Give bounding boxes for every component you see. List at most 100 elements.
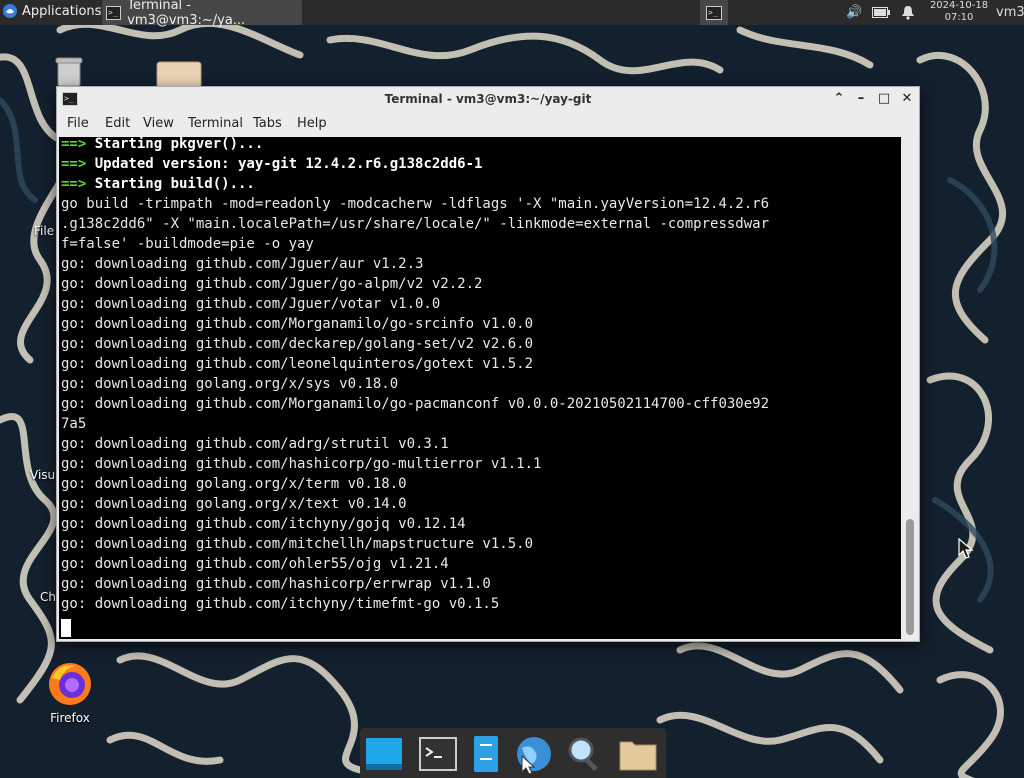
terminal-line-text: Updated version: yay-git 12.4.2.r6.g138c…	[94, 156, 483, 172]
menu-tabs[interactable]: Tabs	[253, 116, 282, 131]
xfce-menu-icon	[3, 4, 17, 18]
terminal-icon: >_	[106, 5, 122, 20]
terminal-line: .g138c2dd6" -X "main.localePath=/usr/sha…	[61, 214, 769, 234]
window-title: Terminal - vm3@vm3:~/yay-git	[384, 92, 592, 106]
bottom-dock	[360, 728, 666, 778]
taskbar-terminal-title: Terminal - vm3@vm3:~/ya...	[127, 0, 246, 28]
terminal-line: go: downloading github.com/deckarep/gola…	[61, 334, 769, 354]
terminal-scrollbar[interactable]	[903, 137, 917, 639]
file-manager-icon[interactable]	[466, 734, 506, 774]
tray-terminal-button[interactable]: >_	[700, 0, 728, 25]
terminal-line-text: Starting build()...	[94, 176, 255, 192]
terminal-line: ==> Starting pkgver()...	[61, 137, 769, 154]
menu-edit[interactable]: Edit	[105, 116, 130, 131]
home-folder-icon	[156, 61, 202, 89]
desktop-icon-label: Firefox	[50, 711, 90, 725]
desktop-icon-label: Visu	[30, 468, 56, 482]
terminal-line: go: downloading golang.org/x/sys v0.18.0	[61, 374, 769, 394]
applications-menu[interactable]: Applications	[2, 3, 101, 19]
menu-view[interactable]: View	[143, 116, 174, 131]
terminal-line: go: downloading golang.org/x/term v0.18.…	[61, 474, 769, 494]
terminal-line-text: go: downloading github.com/Morganamilo/g…	[61, 316, 534, 332]
firefox-icon	[49, 663, 91, 705]
top-panel: Applications ⋮ >_ Terminal - vm3@vm3:~/y…	[0, 0, 1024, 28]
desktop-icon-chrome[interactable]: Ch	[40, 590, 56, 604]
taskbar-terminal-button[interactable]: >_ Terminal - vm3@vm3:~/ya...	[102, 0, 302, 28]
folder-icon[interactable]	[618, 734, 658, 774]
terminal-line-text: go: downloading github.com/hashicorp/go-…	[61, 456, 542, 472]
battery-icon[interactable]	[872, 7, 890, 18]
volume-icon[interactable]: 🔊	[846, 5, 862, 20]
terminal-line: go: downloading github.com/leonelquinter…	[61, 354, 769, 374]
terminal-line-text: go: downloading github.com/hashicorp/err…	[61, 576, 491, 592]
terminal-line-text: Starting pkgver()...	[94, 137, 264, 152]
terminal-line-text: go: downloading github.com/deckarep/gola…	[61, 336, 534, 352]
terminal-line: go: downloading github.com/itchyny/timef…	[61, 594, 769, 614]
desktop-icon-visual[interactable]: Visu	[30, 468, 55, 482]
terminal-line: go: downloading github.com/Morganamilo/g…	[61, 314, 769, 334]
terminal-line: ==> Starting build()...	[61, 174, 769, 194]
terminal-line-text: go: downloading github.com/Morganamilo/g…	[61, 396, 770, 412]
menu-help[interactable]: Help	[297, 116, 327, 131]
terminal-line-text: .g138c2dd6" -X "main.localePath=/usr/sha…	[61, 216, 770, 232]
terminal-line: go: downloading github.com/Jguer/aur v1.…	[61, 254, 769, 274]
terminal-line: go: downloading github.com/hashicorp/err…	[61, 574, 769, 594]
terminal-lines: ==> Starting pkgver()... ==> Updated vers…	[61, 137, 769, 614]
terminal-icon: >_	[706, 5, 722, 20]
terminal-line-text: go: downloading github.com/Jguer/aur v1.…	[61, 256, 424, 272]
user-name[interactable]: vm3	[996, 5, 1024, 20]
menu-bar: File Edit View Terminal Tabs Help	[57, 113, 919, 137]
terminal-line-text: go: downloading golang.org/x/sys v0.18.0	[61, 376, 399, 392]
terminal-line: go: downloading github.com/Morganamilo/g…	[61, 394, 769, 414]
terminal-line-text: go: downloading golang.org/x/term v0.18.…	[61, 476, 407, 492]
maximize-button[interactable]: □	[876, 91, 892, 107]
shade-button[interactable]: ⌃	[831, 91, 847, 107]
terminal-line: go build -trimpath -mod=readonly -modcac…	[61, 194, 769, 214]
terminal-line-text: go: downloading golang.org/x/text v0.14.…	[61, 496, 407, 512]
mouse-pointer-icon	[958, 538, 974, 559]
prompt-arrow: ==>	[61, 156, 95, 172]
search-icon[interactable]	[564, 734, 604, 774]
terminal-line-text: go: downloading github.com/Jguer/go-alpm…	[61, 276, 483, 292]
terminal-line-text: go: downloading github.com/Jguer/votar v…	[61, 296, 441, 312]
panel-separator: ⋮	[95, 6, 105, 17]
desktop-icon-label: Ch	[40, 590, 56, 604]
desktop-icon-firefox[interactable]: Firefox	[44, 660, 96, 725]
terminal-icon[interactable]	[418, 734, 458, 774]
terminal-line-text: go: downloading github.com/itchyny/timef…	[61, 596, 500, 612]
clock-time: 07:10	[944, 12, 974, 23]
window-titlebar[interactable]: >_ Terminal - vm3@vm3:~/yay-git ⌃ – □ ✕	[57, 87, 919, 113]
terminal-line: go: downloading github.com/hashicorp/go-…	[61, 454, 769, 474]
show-desktop-icon[interactable]	[364, 734, 404, 774]
desktop-icon-file[interactable]: File	[34, 224, 54, 238]
scrollbar-thumb[interactable]	[906, 519, 914, 635]
web-browser-icon[interactable]	[514, 734, 554, 774]
terminal-cursor	[61, 619, 71, 637]
terminal-line: 7a5	[61, 414, 769, 434]
applications-label: Applications	[22, 3, 102, 19]
terminal-line-text: go build -trimpath -mod=readonly -modcac…	[61, 196, 770, 212]
terminal-line-text: f=false' -buildmode=pie -o yay	[61, 236, 314, 252]
terminal-line-text: go: downloading github.com/adrg/strutil …	[61, 436, 449, 452]
terminal-line: go: downloading github.com/itchyny/gojq …	[61, 514, 769, 534]
terminal-line: go: downloading github.com/adrg/strutil …	[61, 434, 769, 454]
terminal-line: go: downloading github.com/mitchellh/map…	[61, 534, 769, 554]
close-button[interactable]: ✕	[899, 91, 915, 107]
menu-file[interactable]: File	[67, 116, 89, 131]
menu-terminal[interactable]: Terminal	[188, 116, 243, 131]
bell-icon[interactable]	[901, 5, 915, 20]
terminal-line-text: go: downloading github.com/leonelquinter…	[61, 356, 534, 372]
trash-icon	[55, 57, 83, 87]
prompt-arrow: ==>	[61, 137, 95, 152]
terminal-output[interactable]: ==> Starting pkgver()... ==> Updated vers…	[59, 137, 901, 639]
terminal-line-text: go: downloading github.com/itchyny/gojq …	[61, 516, 466, 532]
terminal-line: f=false' -buildmode=pie -o yay	[61, 234, 769, 254]
minimize-button[interactable]: –	[853, 91, 869, 107]
terminal-line-text: go: downloading github.com/mitchellh/map…	[61, 536, 534, 552]
terminal-line: go: downloading github.com/ohler55/ojg v…	[61, 554, 769, 574]
terminal-line: go: downloading golang.org/x/text v0.14.…	[61, 494, 769, 514]
clock-date: 2024-10-18	[929, 0, 989, 11]
prompt-arrow: ==>	[61, 176, 95, 192]
terminal-line-text: go: downloading github.com/ohler55/ojg v…	[61, 556, 449, 572]
clock[interactable]: 2024-10-18 07:10	[928, 0, 990, 24]
